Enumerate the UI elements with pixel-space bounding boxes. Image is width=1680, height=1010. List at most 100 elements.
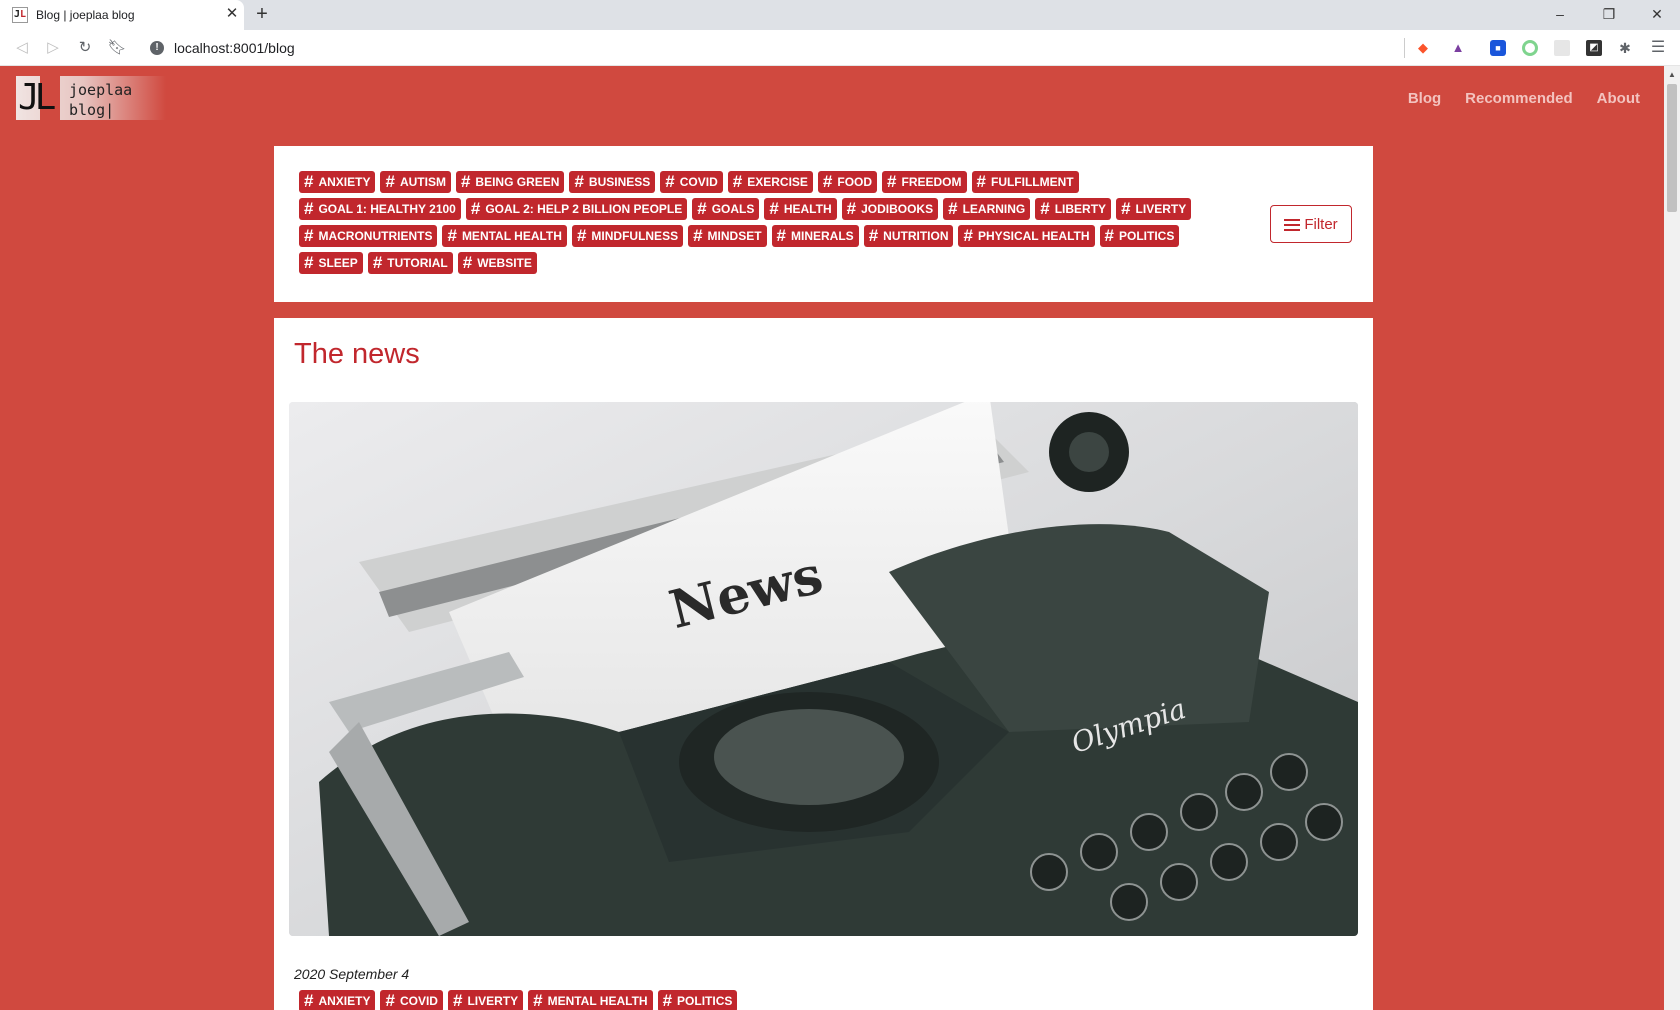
filter-tag[interactable]: # LIBERTY — [1035, 198, 1112, 220]
filter-tag[interactable]: # BEING GREEN — [455, 171, 565, 193]
filter-tag[interactable]: # MINDSET — [688, 225, 767, 247]
close-tab-icon[interactable]: ✕ — [224, 6, 240, 22]
hash-icon: # — [462, 253, 473, 272]
hash-icon: # — [460, 172, 471, 191]
hash-icon: # — [697, 199, 707, 218]
tag-filter-card: # ANXIETY # AUTISM # BEING GREEN # BUSINESS # COV… — [274, 146, 1373, 302]
extension-blue-icon[interactable]: ■ — [1490, 40, 1506, 56]
post-tag[interactable]: # MENTAL HEALTH — [528, 990, 653, 1010]
filter-tag[interactable]: # HEALTH — [764, 198, 837, 220]
filter-tag[interactable]: # MINDFULNESS — [571, 225, 684, 247]
post-tag[interactable]: # COVID — [380, 990, 443, 1010]
hash-icon: # — [846, 199, 857, 218]
extension-grey-icon[interactable] — [1554, 40, 1570, 56]
tag-label: MENTAL HEALTH — [547, 994, 648, 1008]
hash-icon: # — [385, 991, 395, 1010]
hash-icon: # — [662, 991, 673, 1010]
post-tag[interactable]: # ANXIETY — [299, 990, 376, 1010]
filter-tag[interactable]: # AUTISM — [380, 171, 451, 193]
hash-icon: # — [822, 172, 833, 191]
tag-label: TUTORIAL — [387, 256, 448, 270]
filter-tag[interactable]: # MINERALS — [771, 225, 859, 247]
tag-label: FREEDOM — [901, 175, 962, 189]
filter-tag[interactable]: # LIVERTY — [1116, 198, 1192, 220]
info-icon[interactable]: ! — [150, 41, 164, 55]
tag-label: GOAL 1: HEALTHY 2100 — [318, 202, 456, 216]
hash-icon: # — [447, 226, 457, 245]
typewriter-illustration: News Olympia — [289, 402, 1358, 936]
post-image[interactable]: News Olympia — [289, 402, 1358, 936]
nav-blog[interactable]: Blog — [1396, 90, 1453, 107]
tag-label: COVID — [399, 994, 438, 1008]
tag-label: COVID — [679, 175, 718, 189]
tag-list: # ANXIETY # AUTISM # BEING GREEN # BUSINESS # COV… — [299, 171, 1239, 274]
tag-label: AUTISM — [399, 175, 446, 189]
tag-label: WEBSITE — [477, 256, 532, 270]
filter-tag[interactable]: # EXERCISE — [727, 171, 813, 193]
hash-icon: # — [776, 226, 787, 245]
nav-recommended[interactable]: Recommended — [1453, 90, 1585, 107]
scroll-up-icon[interactable]: ▲ — [1668, 70, 1676, 79]
url-text[interactable]: localhost:8001/blog — [174, 40, 295, 56]
window-close-icon[interactable]: ✕ — [1645, 4, 1669, 24]
extension-green-icon[interactable] — [1522, 40, 1538, 56]
filter-tag[interactable]: # POLITICS — [1099, 225, 1180, 247]
menu-icon[interactable]: ☰ — [1650, 40, 1666, 56]
brave-shield-icon[interactable]: ◆ — [1415, 40, 1431, 56]
tag-label: MENTAL HEALTH — [461, 229, 562, 243]
filter-tag[interactable]: # COVID — [660, 171, 723, 193]
puzzle-icon[interactable]: ✱ — [1617, 40, 1633, 56]
filter-button-label: Filter — [1304, 215, 1338, 233]
brave-rewards-icon[interactable]: ▲ — [1450, 40, 1466, 56]
browser-tabstrip: JL Blog | joeplaa blog ✕ + – ❐ ✕ — [0, 0, 1680, 30]
filter-tag[interactable]: # GOAL 1: HEALTHY 2100 — [299, 198, 461, 220]
post-title[interactable]: The news — [294, 338, 420, 371]
site-logo[interactable]: JL joeplaa blog| — [16, 76, 166, 120]
reload-icon[interactable]: ↻ — [75, 38, 95, 58]
nav-about[interactable]: About — [1585, 90, 1652, 107]
post-tag[interactable]: # POLITICS — [657, 990, 738, 1010]
forward-icon[interactable]: ▷ — [43, 38, 63, 58]
site-header: JL joeplaa blog| Blog Recommended About — [0, 66, 1664, 136]
filter-tag[interactable]: # FREEDOM — [882, 171, 967, 193]
post-tag[interactable]: # LIVERTY — [447, 990, 524, 1010]
tag-label: ANXIETY — [318, 175, 371, 189]
filter-tag[interactable]: # GOAL 2: HELP 2 BILLION PEOPLE — [465, 198, 688, 220]
filter-tag[interactable]: # MENTAL HEALTH — [442, 225, 567, 247]
tag-label: POLITICS — [677, 994, 733, 1008]
hash-icon: # — [574, 172, 584, 191]
scroll-thumb[interactable] — [1667, 84, 1677, 212]
tag-label: FULFILLMENT — [990, 175, 1074, 189]
filter-tag[interactable]: # PHYSICAL HEALTH — [958, 225, 1095, 247]
restore-icon[interactable]: ❐ — [1597, 4, 1621, 24]
browser-tab[interactable]: JL Blog | joeplaa blog ✕ — [0, 0, 244, 30]
hash-icon: # — [304, 226, 314, 245]
bookmark-icon[interactable]: 🔖︎ — [107, 38, 127, 58]
minimize-icon[interactable]: – — [1548, 4, 1572, 24]
filter-tag[interactable]: # ANXIETY — [299, 171, 376, 193]
hash-icon: # — [693, 226, 703, 245]
filter-tag[interactable]: # SLEEP — [299, 252, 363, 274]
hash-icon: # — [868, 226, 879, 245]
filter-tag[interactable]: # MACRONUTRIENTS — [299, 225, 438, 247]
post-tag-list: # ANXIETY # COVID # LIVERTY # MENTAL HEALTH # POL… — [299, 990, 738, 1010]
filter-tag[interactable]: # FULFILLMENT — [971, 171, 1079, 193]
filter-tag[interactable]: # WEBSITE — [457, 252, 537, 274]
filter-tag[interactable]: # GOALS — [692, 198, 760, 220]
address-bar[interactable]: ! localhost:8001/blog — [138, 35, 1408, 61]
hash-icon: # — [576, 226, 587, 245]
filter-button[interactable]: Filter — [1270, 205, 1352, 243]
filter-tag[interactable]: # FOOD — [817, 171, 878, 193]
filter-tag[interactable]: # LEARNING — [943, 198, 1031, 220]
new-tab-icon[interactable]: + — [252, 4, 272, 24]
extension-dark-icon[interactable]: ◩ — [1586, 40, 1602, 56]
filter-tag[interactable]: # BUSINESS — [569, 171, 656, 193]
page-scrollbar[interactable]: ▲ — [1664, 66, 1680, 1010]
tag-label: ANXIETY — [318, 994, 371, 1008]
logo-text: joeplaa blog| — [69, 81, 133, 119]
filter-tag[interactable]: # TUTORIAL — [367, 252, 453, 274]
back-icon[interactable]: ◁ — [12, 38, 32, 58]
hash-icon: # — [732, 172, 743, 191]
filter-tag[interactable]: # JODIBOOKS — [841, 198, 939, 220]
filter-tag[interactable]: # NUTRITION — [863, 225, 954, 247]
